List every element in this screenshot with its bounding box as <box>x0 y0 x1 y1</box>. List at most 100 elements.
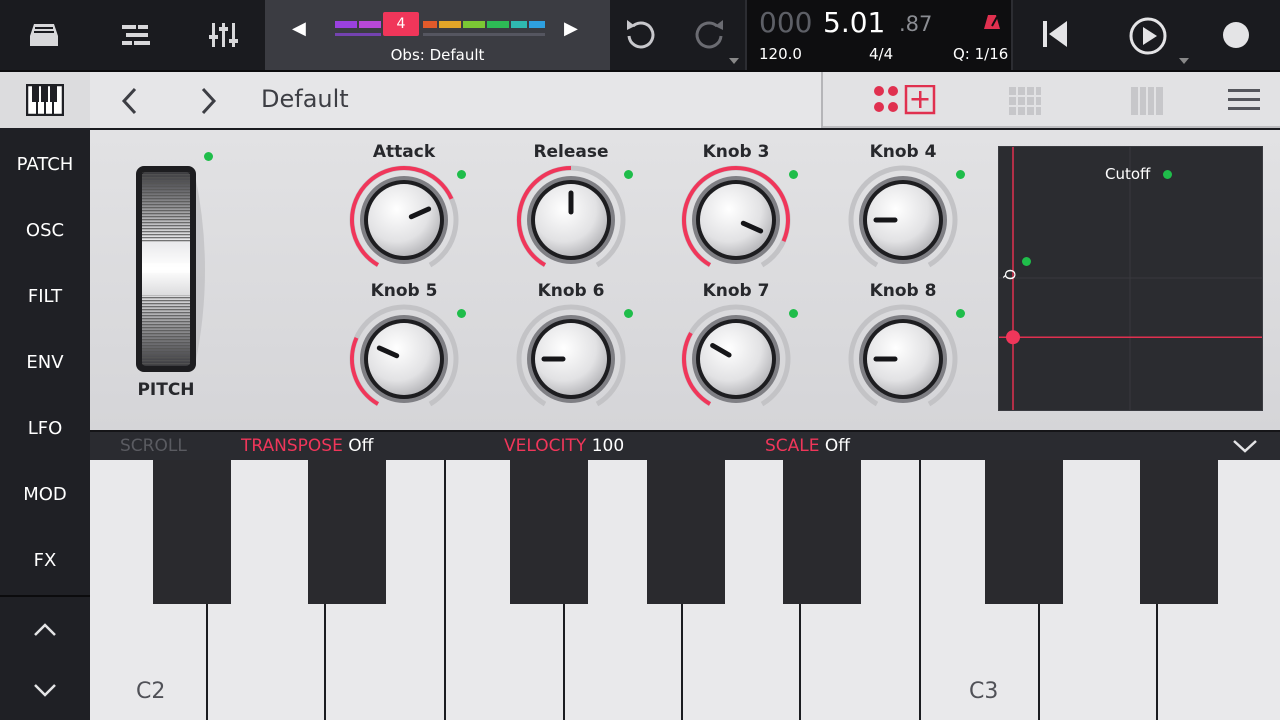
preset-header: Default <box>90 72 1280 128</box>
sidebar-item-patch[interactable]: PATCH <box>0 145 90 185</box>
chevron-up-icon[interactable] <box>33 622 57 642</box>
knob-release[interactable]: Release <box>506 130 636 268</box>
keyboard-view-icon[interactable] <box>0 72 90 128</box>
xy-x-label: Cutoff <box>1105 165 1151 183</box>
velocity-value: 100 <box>591 436 625 456</box>
knob-7-dial[interactable] <box>676 299 796 419</box>
knob-7[interactable]: Knob 7 <box>671 269 801 407</box>
undo-history-icon[interactable] <box>729 58 739 64</box>
chevron-left-icon[interactable] <box>120 86 140 120</box>
velocity-key: VELOCITY <box>504 436 587 456</box>
keyboard-icon[interactable] <box>1130 86 1164 120</box>
knob-8[interactable]: Knob 8 <box>838 269 968 407</box>
track-name: Obs: Default <box>390 46 485 64</box>
record-icon[interactable] <box>1223 22 1249 48</box>
position-value: 5.01 <box>823 6 886 39</box>
knob-8-dial[interactable] <box>843 299 963 419</box>
knob-mod-indicator <box>457 309 466 318</box>
knob-mod-indicator <box>624 309 633 318</box>
black-key[interactable] <box>510 460 588 604</box>
knob-5-dial[interactable] <box>344 299 464 419</box>
chevron-down-icon[interactable] <box>33 682 57 702</box>
track-next-icon[interactable]: ▶ <box>564 18 578 39</box>
control-panel: PITCH Attack Release Knob 3 Knob 4 Knob … <box>90 130 1280 430</box>
play-icon[interactable] <box>1128 16 1168 60</box>
sidebar-divider <box>0 595 90 597</box>
transpose-value: Off <box>348 436 374 456</box>
knob-mod-indicator <box>956 170 965 179</box>
knob-label: Knob 6 <box>537 281 605 301</box>
knob-attack[interactable]: Attack <box>339 130 469 268</box>
sidebar-item-mod[interactable]: MOD <box>0 475 90 515</box>
piano-keyboard[interactable]: C2 C3 <box>90 460 1280 720</box>
sidebar-item-filt[interactable]: FILT <box>0 277 90 317</box>
scale-option[interactable]: SCALE Off <box>765 436 850 456</box>
knob-mod-indicator <box>956 309 965 318</box>
step-sequencer-icon[interactable] <box>1008 86 1042 120</box>
track-number-badge[interactable]: 4 <box>383 12 419 36</box>
undo-icon[interactable] <box>620 14 660 58</box>
pitch-wheel[interactable] <box>135 165 205 373</box>
track-prev-icon[interactable]: ◀ <box>292 18 306 39</box>
black-key[interactable] <box>985 460 1063 604</box>
knob-3-dial[interactable] <box>676 160 796 280</box>
knob-6[interactable]: Knob 6 <box>506 269 636 407</box>
xy-y-mod-indicator <box>1022 257 1031 266</box>
sidebar-item-osc[interactable]: OSC <box>0 211 90 251</box>
knob-6-dial[interactable] <box>511 299 631 419</box>
knob-5[interactable]: Knob 5 <box>339 269 469 407</box>
time-signature[interactable]: 4/4 <box>869 45 893 63</box>
xy-y-label: Q <box>1001 269 1017 281</box>
knob-4-dial[interactable] <box>843 160 963 280</box>
knob-mod-indicator <box>457 170 466 179</box>
skip-to-start-icon[interactable] <box>1040 17 1070 55</box>
play-options-icon[interactable] <box>1179 58 1189 64</box>
sidebar-item-env[interactable]: ENV <box>0 343 90 383</box>
pads-view-icon[interactable] <box>873 84 937 119</box>
black-key[interactable] <box>1140 460 1218 604</box>
transpose-key: TRANSPOSE <box>241 436 343 456</box>
redo-icon[interactable] <box>690 14 730 58</box>
transpose-option[interactable]: TRANSPOSE Off <box>241 436 373 456</box>
position-counter[interactable]: 000 5.01 .87 120.0 4/4 Q: 1/16 <box>745 0 1013 70</box>
sidebar-item-fx[interactable]: FX <box>0 541 90 581</box>
xy-pad-surface[interactable] <box>999 147 1262 410</box>
scale-value: Off <box>824 436 851 456</box>
knob-release-dial[interactable] <box>511 160 631 280</box>
metronome-icon[interactable] <box>983 14 1001 34</box>
track-color-strip[interactable] <box>335 19 545 41</box>
tracks-icon[interactable] <box>92 0 180 70</box>
key-label-c3: C3 <box>969 679 999 704</box>
knob-mod-indicator <box>789 309 798 318</box>
black-key[interactable] <box>647 460 725 604</box>
tempo-value[interactable]: 120.0 <box>759 45 802 63</box>
knob-label: Knob 4 <box>869 142 937 162</box>
quantize-value[interactable]: Q: 1/16 <box>953 45 1008 63</box>
position-leading-zeros: 000 <box>759 6 813 39</box>
scroll-option[interactable]: SCROLL <box>120 436 187 456</box>
browser-icon[interactable] <box>0 0 88 70</box>
sidebar-item-lfo[interactable]: LFO <box>0 409 90 449</box>
position-ticks: .87 <box>899 12 933 36</box>
mixer-icon[interactable] <box>180 0 268 70</box>
knob-3[interactable]: Knob 3 <box>671 130 801 268</box>
knob-label: Release <box>533 142 609 162</box>
black-key[interactable] <box>308 460 386 604</box>
knob-4[interactable]: Knob 4 <box>838 130 968 268</box>
xy-pad[interactable]: Cutoff Q <box>998 146 1263 411</box>
preset-name[interactable]: Default <box>261 85 349 113</box>
knob-label: Knob 3 <box>702 142 770 162</box>
velocity-option[interactable]: VELOCITY 100 <box>504 436 624 456</box>
knob-label: Knob 7 <box>702 281 770 301</box>
chevron-right-icon[interactable] <box>198 86 218 120</box>
key-label-c2: C2 <box>136 679 166 704</box>
black-key[interactable] <box>783 460 861 604</box>
pitch-mod-indicator <box>204 152 213 161</box>
knob-label: Knob 5 <box>370 281 438 301</box>
collapse-chevron-icon[interactable] <box>1232 438 1258 458</box>
keyboard-toolbar: SCROLL TRANSPOSE Off VELOCITY 100 SCALE … <box>90 430 1280 460</box>
menu-icon[interactable] <box>1228 89 1260 115</box>
black-key[interactable] <box>153 460 231 604</box>
top-bar: ◀ 4 ▶ Obs: Default 000 5.01 .87 120.0 4/… <box>0 0 1280 72</box>
knob-attack-dial[interactable] <box>344 160 464 280</box>
